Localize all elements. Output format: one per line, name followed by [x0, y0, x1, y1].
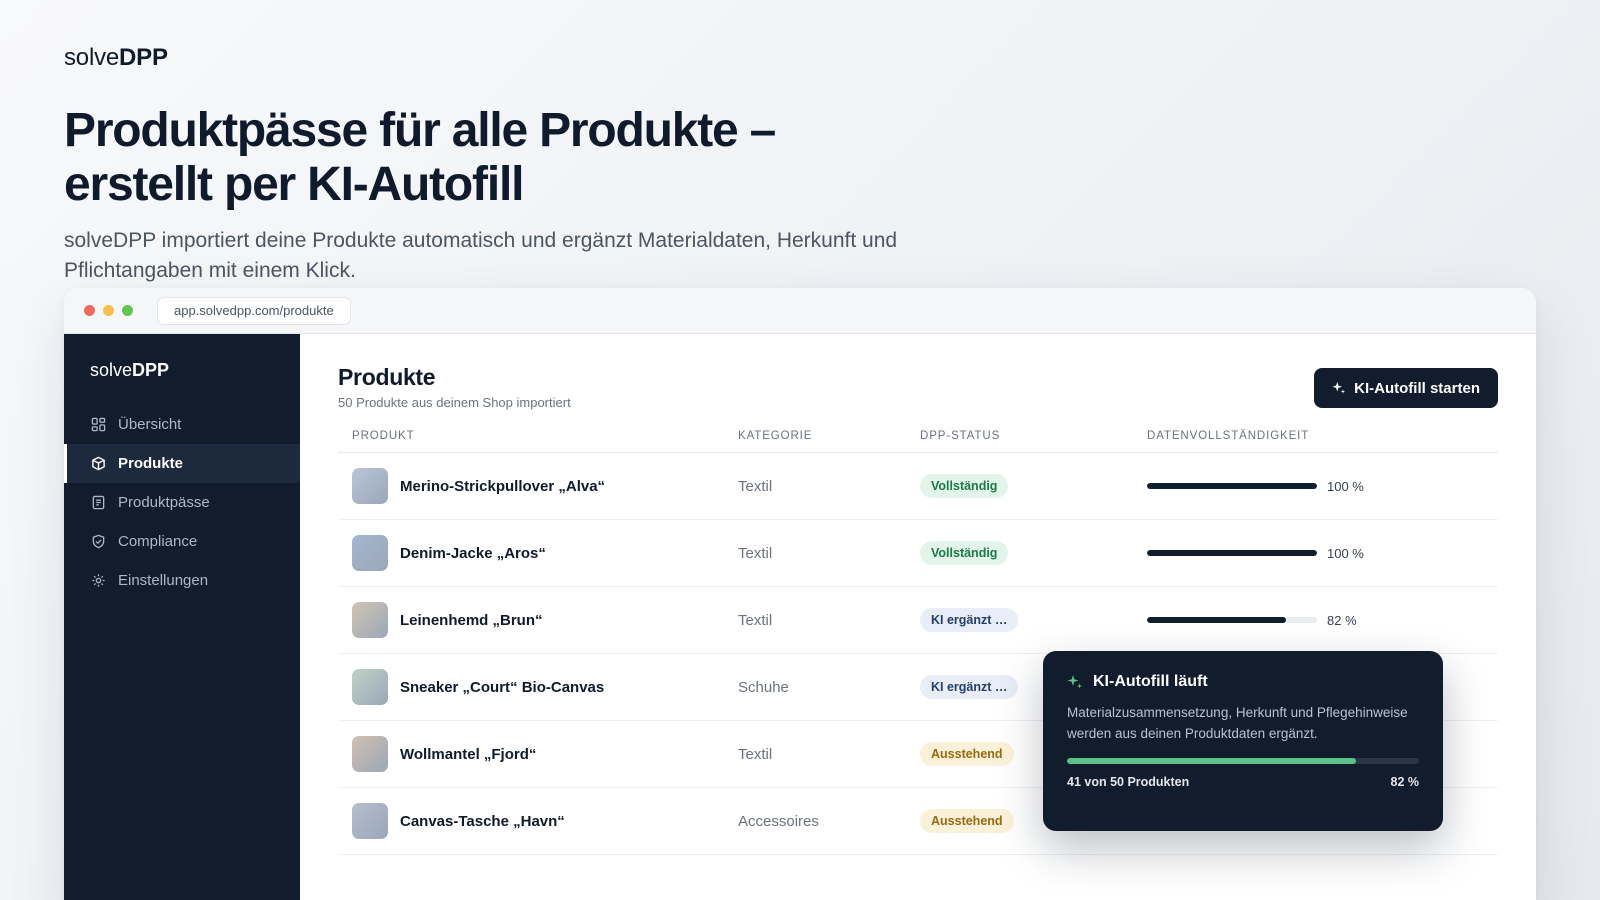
sidebar-nav: Übersicht Produkte Produktpässe Complian… [64, 405, 300, 600]
product-name[interactable]: Sneaker „Court“ Bio-Canvas [400, 679, 604, 696]
sparkle-icon [1332, 381, 1346, 395]
toast-progress-percent: 82 % [1390, 775, 1420, 789]
product-thumbnail [352, 468, 388, 504]
completeness-value: 100 % [1327, 478, 1364, 494]
sidebar-brand-bold: DPP [132, 360, 170, 380]
toast-header: KI-Autofill läuft [1067, 673, 1419, 691]
brand-regular: solve [64, 44, 120, 71]
completeness-bar [1147, 483, 1317, 489]
sidebar-item-label: Einstellungen [118, 572, 209, 589]
box-icon [90, 456, 106, 472]
column-header-datenvollstaendigkeit[interactable]: DATENVOLLSTÄNDIGKEIT [1133, 430, 1498, 453]
grid-icon [90, 417, 106, 433]
close-dot[interactable] [84, 305, 95, 316]
sidebar: solveDPP Übersicht Produkte Produktpässe [64, 334, 300, 900]
product-thumbnail [352, 669, 388, 705]
product-category: Textil [724, 452, 906, 520]
completeness-fill [1147, 483, 1317, 489]
product-category: Textil [724, 720, 906, 788]
product-category: Schuhe [724, 653, 906, 721]
toast-progress-fill [1067, 758, 1356, 764]
toast-progress-count: 41 von 50 Produkten [1067, 775, 1190, 789]
product-thumbnail [352, 803, 388, 839]
sidebar-brand[interactable]: solveDPP [90, 360, 300, 381]
product-category: Accessoires [724, 787, 906, 855]
column-header-dpp-status[interactable]: DPP-STATUS [906, 430, 1133, 453]
table-row[interactable]: Merino-Strickpullover „Alva“ Textil Voll… [338, 452, 1498, 520]
completeness-value: 100 % [1327, 545, 1364, 561]
product-thumbnail [352, 602, 388, 638]
product-category: Textil [724, 586, 906, 654]
toast-progress-footer: 41 von 50 Produkten 82 % [1067, 775, 1419, 789]
toast-progress-bar [1067, 758, 1419, 764]
toast-title: KI-Autofill läuft [1093, 673, 1208, 690]
ki-autofill-toast: KI-Autofill läuft Materialzusammensetzun… [1043, 651, 1443, 831]
product-name[interactable]: Leinenhemd „Brun“ [400, 612, 543, 629]
sidebar-item-einstellungen[interactable]: Einstellungen [64, 561, 300, 600]
status-badge: Vollständig [920, 474, 1009, 498]
sidebar-brand-regular: solve [90, 360, 133, 380]
url-bar[interactable]: app.solvedpp.com/produkte [157, 296, 351, 325]
toast-description: Materialzusammensetzung, Herkunft und Pf… [1067, 705, 1408, 741]
document-icon [90, 495, 106, 511]
product-thumbnail [352, 736, 388, 772]
completeness-bar [1147, 550, 1317, 556]
table-row[interactable]: Denim-Jacke „Aros“ Textil Vollständig 10… [338, 519, 1498, 587]
sidebar-item-uebersicht[interactable]: Übersicht [64, 405, 300, 444]
product-name[interactable]: Merino-Strickpullover „Alva“ [400, 478, 605, 495]
sidebar-item-label: Produktpässe [118, 494, 210, 511]
product-thumbnail [352, 535, 388, 571]
completeness-fill [1147, 550, 1317, 556]
status-badge: Ausstehend [920, 809, 1014, 833]
completeness-fill [1147, 617, 1287, 623]
window-titlebar: app.solvedpp.com/produkte [64, 288, 1536, 334]
status-badge: KI ergänzt … [920, 675, 1019, 699]
table-row[interactable]: Leinenhemd „Brun“ Textil KI ergänzt … 82… [338, 586, 1498, 654]
ki-autofill-button-label: KI-Autofill starten [1354, 379, 1480, 397]
brand-bold: DPP [119, 44, 168, 71]
minimize-dot[interactable] [103, 305, 114, 316]
status-badge: KI ergänzt … [920, 608, 1019, 632]
hero-subtitle: solveDPP importiert deine Produkte autom… [64, 229, 898, 282]
product-name[interactable]: Denim-Jacke „Aros“ [400, 545, 546, 562]
maximize-dot[interactable] [122, 305, 133, 316]
product-name[interactable]: Wollmantel „Fjord“ [400, 746, 536, 763]
brand-logo: solveDPP [64, 44, 168, 72]
sparkle-icon [1067, 674, 1083, 690]
column-header-produkt[interactable]: PRODUKT [338, 430, 724, 453]
sidebar-item-label: Übersicht [118, 416, 182, 433]
sidebar-item-compliance[interactable]: Compliance [64, 522, 300, 561]
sidebar-item-label: Produkte [118, 455, 184, 472]
product-category: Textil [724, 519, 906, 587]
completeness-bar [1147, 617, 1317, 623]
sidebar-item-produkte[interactable]: Produkte [64, 444, 300, 483]
hero-title: Produktpässe für alle Produkte – erstell… [64, 104, 776, 211]
completeness-value: 82 % [1327, 612, 1357, 628]
shield-icon [90, 534, 106, 550]
sidebar-item-label: Compliance [118, 533, 198, 550]
status-badge: Vollständig [920, 541, 1009, 565]
gear-icon [90, 573, 106, 589]
status-badge: Ausstehend [920, 742, 1014, 766]
table-header-row: PRODUKT KATEGORIE DPP-STATUS DATENVOLLST… [338, 430, 1498, 453]
sidebar-item-produktpaesse[interactable]: Produktpässe [64, 483, 300, 522]
ki-autofill-button[interactable]: KI-Autofill starten [1314, 368, 1498, 408]
column-header-kategorie[interactable]: KATEGORIE [724, 430, 906, 453]
product-name[interactable]: Canvas-Tasche „Havn“ [400, 813, 565, 830]
